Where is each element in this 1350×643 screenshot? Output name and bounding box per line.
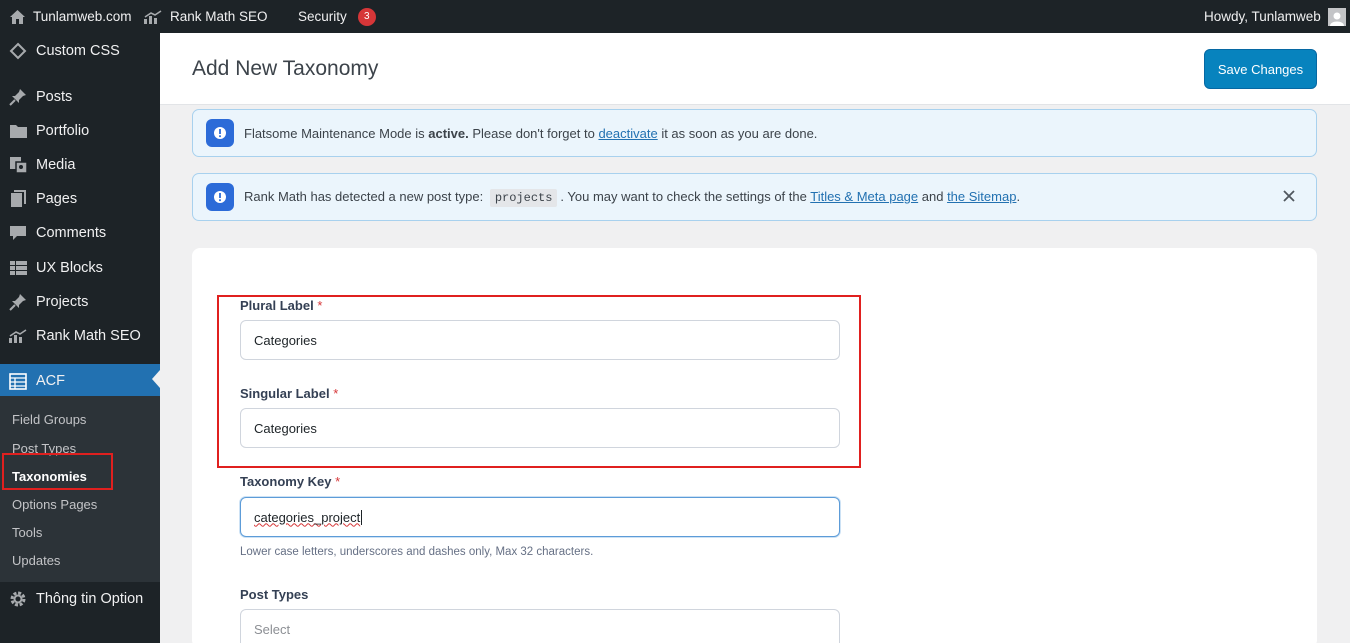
sidebar-item-label: Custom CSS [36,43,120,59]
sidebar-item-ux-blocks[interactable]: UX Blocks [0,251,160,285]
admin-bar: Tunlamweb.com Rank Math SEO Security 3 H… [0,0,1350,33]
chart-icon [0,319,36,353]
admin-sidebar: Custom CSS Posts Portfolio Media Pages C… [0,33,160,643]
blocks-icon [0,251,36,285]
pin-icon [0,80,36,114]
sidebar-item-label: Pages [36,191,78,207]
sidebar-item-rank-math[interactable]: Rank Math SEO [0,319,160,353]
sidebar-item-pages[interactable]: Pages [0,182,160,216]
save-changes-button[interactable]: Save Changes [1204,49,1317,89]
security-label: Security [298,9,347,24]
alert-icon [206,119,234,147]
sidebar-item-media[interactable]: Media [0,148,160,182]
maintenance-notice: Flatsome Maintenance Mode is active. Ple… [192,109,1317,157]
close-icon[interactable] [1282,188,1296,206]
titles-meta-link[interactable]: Titles & Meta page [810,189,918,204]
rankmath-notice-text: Rank Math has detected a new post type: … [244,189,1021,207]
security-link[interactable]: Security 3 [298,0,376,33]
rankmath-notice: Rank Math has detected a new post type: … [192,173,1317,221]
submenu-tools[interactable]: Tools [12,521,42,543]
pin-icon [0,285,36,319]
submenu-updates[interactable]: Updates [12,549,60,571]
site-name-link[interactable]: Tunlamweb.com [9,0,132,33]
sidebar-item-custom-css[interactable]: Custom CSS [0,34,160,68]
sitemap-link[interactable]: the Sitemap [947,189,1016,204]
sidebar-item-portfolio[interactable]: Portfolio [0,114,160,148]
page-title: Add New Taxonomy [192,57,379,80]
sidebar-item-label: UX Blocks [36,260,103,276]
account-menu[interactable]: Howdy, Tunlamweb [1204,0,1346,33]
home-icon [9,9,26,25]
sidebar-item-label: Media [36,157,76,173]
avatar [1327,7,1346,26]
site-name: Tunlamweb.com [33,9,132,24]
sidebar-item-projects[interactable]: Projects [0,285,160,319]
brush-icon [0,34,36,68]
sidebar-item-label: Rank Math SEO [36,328,141,344]
post-types-title: Post Types [240,587,309,602]
sidebar-item-label: Posts [36,89,73,105]
alert-icon [206,183,234,211]
post-types-select[interactable]: Select [240,609,840,643]
sidebar-item-comments[interactable]: Comments [0,216,160,250]
gear-icon [0,582,36,616]
table-icon [0,364,36,398]
deactivate-link[interactable]: deactivate [598,126,657,141]
sidebar-item-label: Comments [36,225,107,241]
submenu-field-groups[interactable]: Field Groups [12,408,86,430]
submenu-options-pages[interactable]: Options Pages [12,493,97,515]
page-header: Add New Taxonomy Save Changes [160,33,1350,105]
folder-icon [0,114,36,148]
annotation-highlight-taxonomies [2,453,113,490]
sidebar-item-label: ACF [36,373,65,389]
sidebar-item-acf[interactable]: ACF [0,364,160,398]
rank-math-label: Rank Math SEO [170,9,268,24]
pages-icon [0,182,36,216]
greeting: Howdy, Tunlamweb [1204,9,1321,24]
annotation-highlight-labels [217,295,861,468]
taxonomy-key-title: Taxonomy Key * [240,474,341,489]
maintenance-notice-text: Flatsome Maintenance Mode is active. Ple… [244,125,818,141]
sidebar-item-label: Thông tin Option [36,591,144,607]
sidebar-item-posts[interactable]: Posts [0,80,160,114]
comment-icon [0,216,36,250]
text-caret [361,509,363,525]
sidebar-item-thong-tin-option[interactable]: Thông tin Option [0,582,160,616]
media-icon [0,148,36,182]
sidebar-item-label: Projects [36,294,89,310]
rank-math-icon [143,9,163,24]
current-menu-arrow [152,370,160,388]
rank-math-link[interactable]: Rank Math SEO [143,0,268,33]
taxonomy-key-hint: Lower case letters, underscores and dash… [240,546,594,558]
security-count-badge: 3 [357,7,376,26]
required-mark: * [335,474,341,489]
post-type-code: projects [489,189,558,207]
taxonomy-key-input[interactable]: categories_project [240,497,840,537]
sidebar-item-label: Portfolio [36,123,90,139]
